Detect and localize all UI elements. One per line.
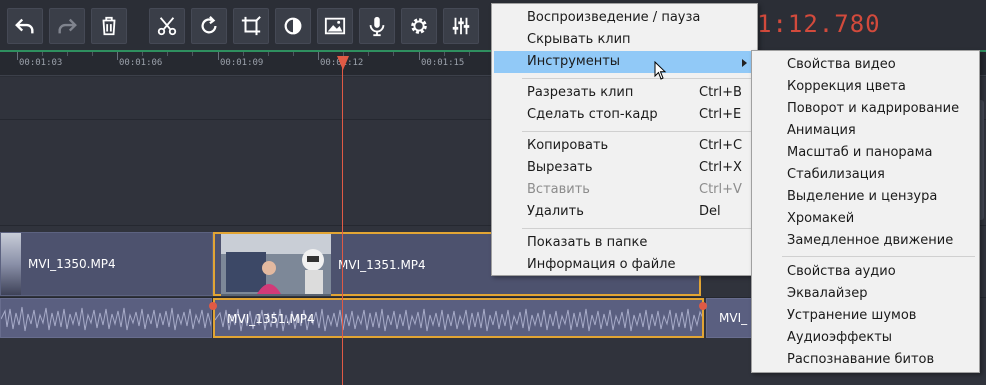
timecode: 1:12.780 xyxy=(757,10,881,38)
video-clip[interactable]: MVI_1350.MP4 xyxy=(0,232,213,296)
crop-button[interactable] xyxy=(233,8,269,44)
image-button[interactable] xyxy=(317,8,353,44)
submenu-item[interactable]: Свойства видео xyxy=(754,54,977,76)
menu-item-paste[interactable]: Вставить Ctrl+V xyxy=(494,179,755,201)
volume-keyframe[interactable] xyxy=(209,302,217,310)
microphone-icon xyxy=(369,16,385,37)
submenu-item[interactable]: Масштаб и панорама xyxy=(754,142,977,164)
scissors-icon xyxy=(157,17,177,36)
audio-clip-selected[interactable]: MVI_1351.MP4 xyxy=(213,298,704,338)
settings-button[interactable] xyxy=(401,8,437,44)
menu-item-copy[interactable]: Копировать Ctrl+C xyxy=(494,135,755,157)
ruler-tick xyxy=(318,52,319,60)
trash-icon xyxy=(102,16,116,36)
menu-item-file-info[interactable]: Информация о файле xyxy=(494,254,755,276)
submenu-item[interactable]: Выделение и цензура xyxy=(754,186,977,208)
mouse-cursor-icon xyxy=(654,61,667,80)
audio-clip[interactable]: MVI_ xyxy=(706,298,756,338)
gear-icon xyxy=(411,18,427,34)
rotate-button[interactable] xyxy=(191,8,227,44)
ruler-tick xyxy=(218,52,219,60)
clip-name: MVI_1351.MP4 xyxy=(227,312,315,326)
submenu-item[interactable]: Свойства аудио xyxy=(754,261,977,283)
submenu-item[interactable]: Поворот и кадрирование xyxy=(754,98,977,120)
clip-name: MVI_1351.MP4 xyxy=(338,258,426,272)
submenu-item[interactable]: Коррекция цвета xyxy=(754,76,977,98)
ruler-label: 00:01:03 xyxy=(19,58,63,68)
color-icon xyxy=(284,17,302,35)
menu-item-play-pause[interactable]: Воспроизведение / пауза xyxy=(494,7,755,29)
menu-item-freeze-frame[interactable]: Сделать стоп-кадр Ctrl+E xyxy=(494,104,755,126)
redo-icon xyxy=(58,18,77,34)
ruler-label: 00:01:09 xyxy=(220,58,264,68)
color-correction-button[interactable] xyxy=(275,8,311,44)
cut-button[interactable] xyxy=(149,8,185,44)
submenu-item[interactable]: Стабилизация xyxy=(754,164,977,186)
tools-submenu: Свойства видео Коррекция цвета Поворот и… xyxy=(751,50,980,373)
menu-item-tools[interactable]: Инструменты xyxy=(494,51,755,73)
submenu-arrow-icon xyxy=(742,59,747,67)
playhead-handle[interactable] xyxy=(337,56,349,70)
submenu-item[interactable]: Устранение шумов xyxy=(754,305,977,327)
undo-button[interactable] xyxy=(7,8,43,44)
delete-button[interactable] xyxy=(91,8,127,44)
submenu-item[interactable]: Распознавание битов xyxy=(754,349,977,371)
submenu-item[interactable]: Эквалайзер xyxy=(754,283,977,305)
equalizer-button[interactable] xyxy=(443,8,479,44)
ruler-tick xyxy=(117,52,118,60)
clip-name: MVI_ xyxy=(719,311,748,325)
clip-thumbnail xyxy=(1,233,21,295)
submenu-item[interactable]: Анимация xyxy=(754,120,977,142)
clip-thumbnail xyxy=(221,234,331,296)
record-voice-button[interactable] xyxy=(359,8,395,44)
ruler-tick xyxy=(17,52,18,60)
ruler-label: 00:01:15 xyxy=(421,58,465,68)
undo-icon xyxy=(15,18,34,34)
redo-button[interactable] xyxy=(49,8,85,44)
menu-item-delete[interactable]: Удалить Del xyxy=(494,201,755,223)
submenu-item[interactable]: Замедленное движение xyxy=(754,230,977,252)
volume-keyframe[interactable] xyxy=(699,302,707,310)
audio-clip[interactable] xyxy=(0,298,212,338)
menu-item-hide-clip[interactable]: Скрывать клип xyxy=(494,29,755,51)
ruler-label: 00:01:06 xyxy=(119,58,163,68)
equalizer-icon xyxy=(452,17,470,35)
submenu-item[interactable]: Хромакей xyxy=(754,208,977,230)
submenu-item[interactable]: Аудиоэффекты xyxy=(754,327,977,349)
ruler-tick xyxy=(419,52,420,60)
menu-item-split-clip[interactable]: Разрезать клип Ctrl+B xyxy=(494,82,755,104)
rotate-icon xyxy=(201,16,217,34)
menu-item-show-in-folder[interactable]: Показать в папке xyxy=(494,232,755,254)
context-menu: Воспроизведение / пауза Скрывать клип Ин… xyxy=(491,3,758,276)
audio-waveform xyxy=(1,306,211,332)
menu-item-cut[interactable]: Вырезать Ctrl+X xyxy=(494,157,755,179)
playhead[interactable] xyxy=(342,56,343,385)
crop-icon xyxy=(241,16,261,36)
image-icon xyxy=(324,17,346,35)
clip-name: MVI_1350.MP4 xyxy=(28,257,116,271)
